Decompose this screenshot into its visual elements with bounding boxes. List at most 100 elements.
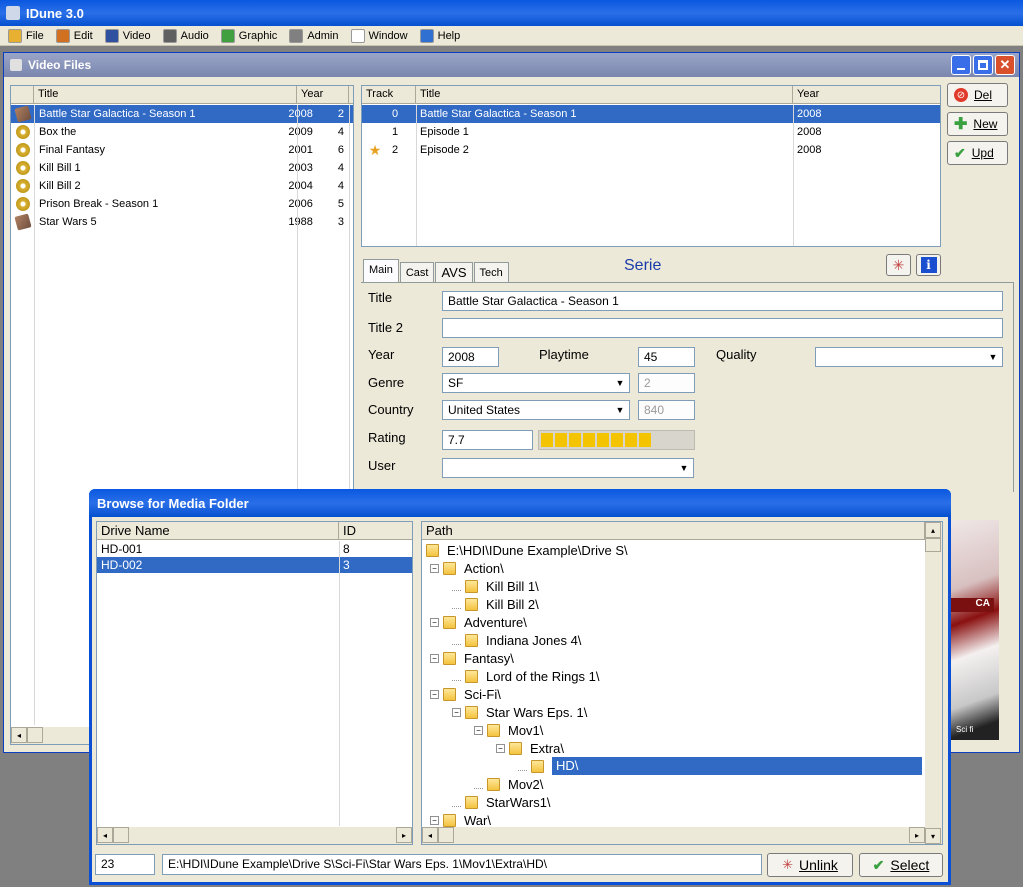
collapse-icon[interactable]: − bbox=[474, 725, 483, 735]
column-header-path[interactable]: Path bbox=[422, 522, 925, 539]
scroll-right-button[interactable]: ▸ bbox=[909, 827, 925, 843]
table-row[interactable]: 0 Battle Star Galactica - Season 1 2008 bbox=[362, 105, 940, 123]
drive-row[interactable]: HD-002 3 bbox=[97, 557, 412, 573]
tree-node[interactable]: − Adventure\ bbox=[430, 613, 527, 631]
tree-node[interactable]: − Fantasy\ bbox=[430, 649, 514, 667]
new-button[interactable]: ✚ New bbox=[947, 112, 1008, 136]
unlink-button[interactable]: ✳ Unlink bbox=[767, 853, 853, 877]
scroll-thumb[interactable] bbox=[925, 538, 941, 552]
quality-select[interactable]: ▼ bbox=[815, 347, 1003, 367]
column-header-drive-name[interactable]: Drive Name bbox=[97, 522, 339, 539]
drive-list[interactable]: Drive Name ID HD-001 8 HD-002 3 ◂ ▸ bbox=[96, 521, 413, 845]
tree-node[interactable]: − Mov1\ bbox=[474, 721, 543, 739]
menu-admin[interactable]: Admin bbox=[283, 26, 344, 46]
column-header-extra[interactable] bbox=[349, 86, 353, 103]
tab-main[interactable]: Main bbox=[363, 259, 399, 283]
tree-node[interactable]: − Star Wars Eps. 1\ bbox=[452, 703, 587, 721]
rating-field[interactable]: 7.7 bbox=[442, 430, 533, 450]
select-button[interactable]: ✔ Select bbox=[859, 853, 943, 877]
chevron-down-icon[interactable]: ▼ bbox=[985, 349, 1001, 365]
column-header-track[interactable]: Track bbox=[362, 86, 416, 103]
tree-node[interactable]: Kill Bill 1\ bbox=[452, 577, 539, 595]
close-button[interactable]: ✕ bbox=[995, 55, 1015, 75]
tree-node[interactable]: Indiana Jones 4\ bbox=[452, 631, 581, 649]
table-row[interactable]: Prison Break - Season 1 2006 5 bbox=[11, 195, 353, 213]
tree-node[interactable]: Lord of the Rings 1\ bbox=[452, 667, 599, 685]
column-header-drive-id[interactable]: ID bbox=[339, 522, 412, 539]
collapse-icon[interactable]: − bbox=[430, 653, 439, 663]
tree-node[interactable]: E:\HDI\IDune Example\Drive S\ bbox=[426, 541, 628, 559]
path-tree-vscrollbar[interactable]: ▴ ▾ bbox=[925, 522, 942, 844]
table-row[interactable]: Battle Star Galactica - Season 1 2008 2 bbox=[11, 105, 353, 123]
tab-tech[interactable]: Tech bbox=[473, 262, 509, 283]
scroll-left-button[interactable]: ◂ bbox=[11, 727, 27, 743]
scroll-right-button[interactable]: ▸ bbox=[396, 827, 412, 843]
menu-video[interactable]: Video bbox=[99, 26, 157, 46]
path-tree-hscrollbar[interactable]: ◂ ▸ bbox=[422, 827, 925, 844]
table-row[interactable]: Kill Bill 2 2004 4 bbox=[11, 177, 353, 195]
menu-file[interactable]: File bbox=[2, 26, 50, 46]
collapse-icon[interactable]: − bbox=[430, 815, 439, 825]
path-field[interactable]: E:\HDI\IDune Example\Drive S\Sci-Fi\Star… bbox=[162, 854, 762, 875]
collapse-icon[interactable]: − bbox=[452, 707, 461, 717]
tree-node[interactable]: Mov2\ bbox=[474, 775, 543, 793]
tree-node[interactable]: HD\ bbox=[518, 757, 922, 775]
tree-node[interactable]: StarWars1\ bbox=[452, 793, 551, 811]
column-header-track-title[interactable]: Title bbox=[416, 86, 793, 103]
table-row[interactable]: ★ 2 Episode 2 2008 bbox=[362, 141, 940, 159]
column-header-year[interactable]: Year bbox=[297, 86, 349, 103]
user-label: User bbox=[368, 458, 396, 473]
collapse-icon[interactable]: − bbox=[430, 617, 439, 627]
del-button[interactable]: ⊘ Del bbox=[947, 83, 1008, 107]
tree-node[interactable]: − Action\ bbox=[430, 559, 504, 577]
genre-select[interactable]: SF ▼ bbox=[442, 373, 630, 393]
scroll-left-button[interactable]: ◂ bbox=[97, 827, 113, 843]
path-tree[interactable]: Path E:\HDI\IDune Example\Drive S\ − Actio… bbox=[421, 521, 943, 845]
tree-node[interactable]: − War\ bbox=[430, 811, 491, 827]
track-list[interactable]: Track Title Year 0 Battle Star Galactica … bbox=[361, 85, 941, 247]
table-row[interactable]: Kill Bill 1 2003 4 bbox=[11, 159, 353, 177]
id-field[interactable]: 23 bbox=[95, 854, 155, 875]
column-header-title[interactable]: Title bbox=[34, 86, 297, 103]
collapse-icon[interactable]: − bbox=[430, 563, 439, 573]
scroll-thumb[interactable] bbox=[438, 827, 454, 843]
chevron-down-icon[interactable]: ▼ bbox=[612, 375, 628, 391]
menu-edit[interactable]: Edit bbox=[50, 26, 99, 46]
maximize-button[interactable] bbox=[973, 55, 993, 75]
title2-field[interactable] bbox=[442, 318, 1003, 338]
country-select[interactable]: United States ▼ bbox=[442, 400, 630, 420]
snowflake-button[interactable]: ✳ bbox=[886, 254, 911, 276]
tree-node[interactable]: − Extra\ bbox=[496, 739, 564, 757]
menu-audio[interactable]: Audio bbox=[157, 26, 215, 46]
table-row[interactable]: Star Wars 5 1988 3 bbox=[11, 213, 353, 231]
tab-avs[interactable]: AVS bbox=[435, 262, 473, 283]
scroll-down-button[interactable]: ▾ bbox=[925, 828, 941, 844]
chevron-down-icon[interactable]: ▼ bbox=[676, 460, 692, 476]
info-button[interactable]: i bbox=[916, 254, 941, 276]
user-select[interactable]: ▼ bbox=[442, 458, 694, 478]
scroll-up-button[interactable]: ▴ bbox=[925, 522, 941, 538]
drive-list-hscrollbar[interactable]: ◂ ▸ bbox=[97, 827, 412, 844]
table-row[interactable]: Box the 2009 4 bbox=[11, 123, 353, 141]
scroll-thumb[interactable] bbox=[113, 827, 129, 843]
table-row[interactable]: 1 Episode 1 2008 bbox=[362, 123, 940, 141]
title-field[interactable]: Battle Star Galactica - Season 1 bbox=[442, 291, 1003, 311]
playtime-field[interactable]: 45 bbox=[638, 347, 695, 367]
tree-node[interactable]: − Sci-Fi\ bbox=[430, 685, 501, 703]
minimize-button[interactable] bbox=[951, 55, 971, 75]
collapse-icon[interactable]: − bbox=[430, 689, 439, 699]
upd-button[interactable]: ✔ Upd bbox=[947, 141, 1008, 165]
column-header-track-year[interactable]: Year bbox=[793, 86, 940, 103]
scroll-thumb[interactable] bbox=[27, 727, 43, 743]
tree-node[interactable]: Kill Bill 2\ bbox=[452, 595, 539, 613]
tab-cast[interactable]: Cast bbox=[399, 262, 435, 283]
year-field[interactable]: 2008 bbox=[442, 347, 499, 367]
chevron-down-icon[interactable]: ▼ bbox=[612, 402, 628, 418]
menu-help[interactable]: Help bbox=[414, 26, 467, 46]
drive-row[interactable]: HD-001 8 bbox=[97, 541, 412, 557]
menu-graphic[interactable]: Graphic bbox=[215, 26, 284, 46]
collapse-icon[interactable]: − bbox=[496, 743, 505, 753]
menu-window[interactable]: Window bbox=[345, 26, 414, 46]
table-row[interactable]: Final Fantasy 2001 6 bbox=[11, 141, 353, 159]
scroll-left-button[interactable]: ◂ bbox=[422, 827, 438, 843]
